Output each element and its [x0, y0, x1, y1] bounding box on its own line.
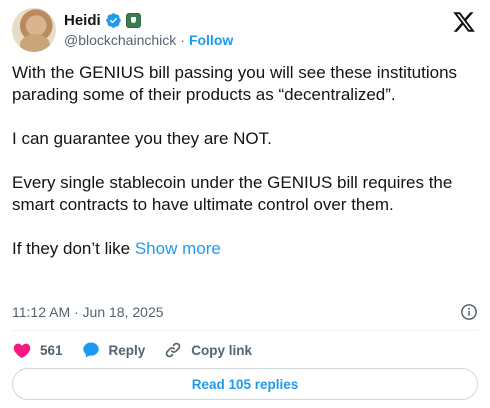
read-replies-button[interactable]: Read 105 replies [12, 368, 478, 400]
info-icon[interactable] [460, 303, 478, 321]
reply-label: Reply [108, 342, 146, 358]
reply-bubble-icon [82, 342, 99, 358]
separator-dot: · [180, 32, 185, 48]
divider [12, 330, 478, 331]
tweet-paragraph-truncated: If they don’t like Show more [12, 238, 482, 260]
show-more-link[interactable]: Show more [135, 239, 221, 258]
author-handle[interactable]: @blockchainchick [64, 32, 176, 48]
x-logo-icon[interactable] [452, 10, 476, 34]
copy-link-button[interactable]: Copy link [163, 340, 252, 360]
action-bar: 561 Reply Copy link [12, 340, 252, 360]
link-icon [166, 342, 181, 358]
handle-row: @blockchainchick · Follow [64, 32, 233, 48]
copy-link-label: Copy link [191, 342, 253, 358]
author-name-row: Heidi [64, 10, 141, 30]
reply-button[interactable]: Reply [81, 340, 146, 360]
affiliate-badge-icon [125, 12, 141, 28]
tweet-text: With the GENIUS bill passing you will se… [12, 62, 482, 260]
tweet-paragraph: With the GENIUS bill passing you will se… [12, 63, 458, 104]
like-count: 561 [40, 342, 63, 358]
author-name[interactable]: Heidi [64, 12, 101, 29]
avatar[interactable] [12, 8, 56, 52]
timestamp[interactable]: 11:12 AM · Jun 18, 2025 [12, 304, 164, 320]
tweet-paragraph: If they don’t like [12, 239, 135, 258]
follow-link[interactable]: Follow [189, 32, 233, 48]
read-replies-label: Read 105 replies [191, 376, 299, 392]
tweet-paragraph: Every single stablecoin under the GENIUS… [12, 173, 453, 214]
tweet-meta: 11:12 AM · Jun 18, 2025 [12, 302, 478, 322]
heart-icon [13, 343, 31, 358]
like-button[interactable]: 561 [12, 340, 63, 360]
tweet-paragraph: I can guarantee you they are NOT. [12, 129, 272, 148]
verified-badge-icon [105, 12, 121, 28]
tweet-header: Heidi @blockchainchick · Follow [12, 8, 478, 54]
